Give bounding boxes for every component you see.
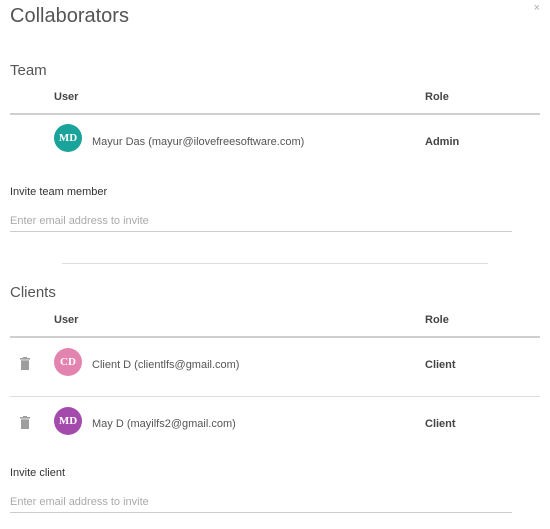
- client-role: Client: [425, 418, 456, 430]
- invite-client-label: Invite client: [10, 467, 66, 479]
- clients-user-column-header: User: [54, 314, 79, 326]
- close-icon[interactable]: ×: [534, 2, 540, 14]
- section-divider: [62, 263, 488, 264]
- client-name: May D (mayilfs2@gmail.com): [92, 418, 236, 430]
- invite-client-input[interactable]: [10, 492, 512, 513]
- client-row: CD Client D (clientlfs@gmail.com) Client: [10, 338, 540, 394]
- team-member-role: Admin: [425, 136, 460, 148]
- collaborators-dialog: Collaborators × Team User Role MD Mayur …: [0, 0, 550, 529]
- team-member-row: MD Mayur Das (mayur@ilovefreesoftware.co…: [10, 115, 540, 171]
- client-role: Client: [425, 359, 456, 371]
- clients-section-title: Clients: [10, 284, 56, 301]
- avatar: MD: [54, 407, 82, 435]
- trash-icon[interactable]: [20, 416, 30, 429]
- dialog-title: Collaborators: [10, 5, 129, 27]
- client-name: Client D (clientlfs@gmail.com): [92, 359, 240, 371]
- trash-icon[interactable]: [20, 357, 30, 370]
- team-section-title: Team: [10, 62, 47, 79]
- avatar: MD: [54, 124, 82, 152]
- team-member-name: Mayur Das (mayur@ilovefreesoftware.com): [92, 136, 305, 148]
- invite-team-member-input[interactable]: [10, 211, 512, 232]
- team-role-column-header: Role: [425, 91, 449, 103]
- invite-team-member-label: Invite team member: [10, 186, 108, 198]
- team-user-column-header: User: [54, 91, 79, 103]
- client-row: MD May D (mayilfs2@gmail.com) Client: [10, 397, 540, 453]
- avatar: CD: [54, 348, 82, 376]
- clients-role-column-header: Role: [425, 314, 449, 326]
